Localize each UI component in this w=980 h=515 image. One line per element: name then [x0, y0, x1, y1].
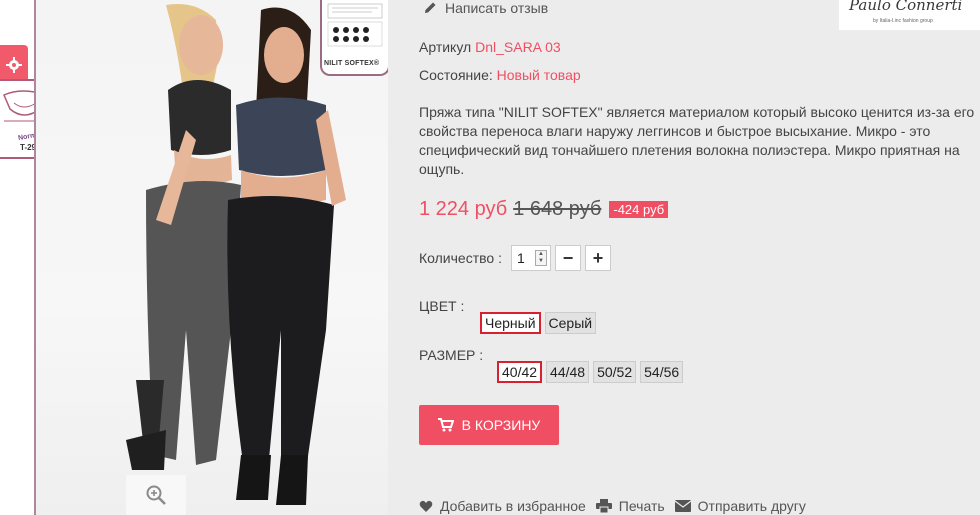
wishlist-link[interactable]: Добавить в избранное	[419, 498, 586, 514]
send-to-friend-label: Отправить другу	[697, 498, 806, 514]
printer-icon	[595, 499, 612, 513]
brand-logo[interactable]: Paulo Connerti by Italia-I.inc fashion g…	[839, 0, 980, 30]
sku-value: Dnl_SARA 03	[475, 39, 561, 55]
condition-value: Новый товар	[496, 67, 581, 83]
send-to-friend-link[interactable]: Отправить другу	[674, 498, 806, 514]
size-option-54-56[interactable]: 54/56	[640, 361, 684, 383]
envelope-icon	[674, 500, 691, 512]
size-label: РАЗМЕР :	[419, 347, 484, 363]
brand-tagline: by Italia-I.inc fashion group	[873, 18, 933, 24]
current-price: 1 224 руб	[419, 198, 508, 220]
brand-name: Paulo Connerti	[849, 0, 963, 14]
pencil-icon	[425, 2, 436, 13]
product-photo[interactable]: NILIT SOFTEX®	[34, 0, 388, 515]
quantity-label: Количество :	[419, 250, 502, 266]
add-to-cart-label: В КОРЗИНУ	[461, 417, 541, 433]
product-description: Пряжа типа "NILIT SOFTEX" является матер…	[419, 104, 975, 177]
color-label: ЦВЕТ :	[419, 298, 465, 314]
product-details: Написать отзыв Paulo Connerti by Italia-…	[419, 0, 980, 515]
zoom-in-icon	[146, 485, 166, 505]
gear-icon	[6, 57, 22, 73]
size-option-40-42[interactable]: 40/42	[497, 361, 543, 383]
cart-icon	[437, 418, 454, 432]
quantity-row: Количество : 1 ▲ ▼ − +	[419, 245, 611, 271]
quantity-value: 1	[516, 250, 525, 266]
heart-icon	[419, 500, 433, 512]
certification-icons	[327, 3, 383, 47]
condition-row: Состояние: Новый товар	[419, 67, 581, 83]
color-options: Черный Серый	[480, 312, 597, 334]
cert-label: NILIT SOFTEX®	[324, 60, 380, 67]
color-option-grey[interactable]: Серый	[544, 312, 597, 334]
size-options: 40/42 44/48 50/52 54/56	[497, 361, 684, 383]
quantity-spinner[interactable]: ▲ ▼	[534, 250, 547, 266]
condition-label: Состояние:	[419, 67, 493, 83]
action-links: Добавить в избранное Печать Отправить др…	[419, 498, 808, 514]
zoom-button[interactable]	[126, 475, 186, 515]
print-label: Печать	[618, 498, 665, 514]
size-option-44-48[interactable]: 44/48	[546, 361, 590, 383]
sku-label: Артикул	[419, 39, 472, 55]
write-review-link[interactable]: Написать отзыв	[423, 0, 548, 16]
sku-row: Артикул Dnl_SARA 03	[419, 39, 561, 55]
wishlist-label: Добавить в избранное	[440, 498, 586, 514]
quantity-input[interactable]: 1 ▲ ▼	[510, 245, 551, 271]
add-to-cart-button[interactable]: В КОРЗИНУ	[419, 405, 559, 445]
models-illustration	[126, 4, 346, 505]
discount-badge: -424 руб	[609, 201, 669, 218]
write-review-label: Написать отзыв	[445, 0, 549, 16]
old-price: 1 648 руб	[513, 198, 602, 220]
print-link[interactable]: Печать	[595, 498, 665, 514]
quantity-decrease-button[interactable]: −	[554, 245, 581, 271]
price-row: 1 224 руб 1 648 руб -424 руб	[419, 198, 669, 221]
color-option-black[interactable]: Черный	[480, 312, 541, 334]
size-option-50-52[interactable]: 50/52	[593, 361, 637, 383]
quantity-increase-button[interactable]: +	[584, 245, 611, 271]
